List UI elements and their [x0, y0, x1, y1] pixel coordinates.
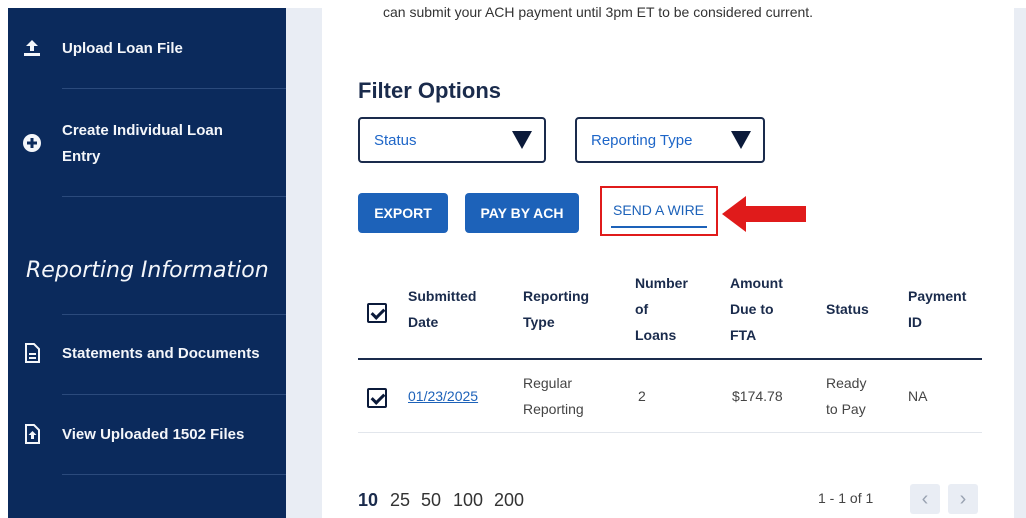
section-title-reporting-information: Reporting Information [26, 258, 269, 283]
header-line: ID [908, 314, 922, 330]
page-size-200[interactable]: 200 [494, 490, 524, 511]
sidebar-item-label: Upload Loan File [62, 40, 183, 57]
divider [62, 314, 292, 315]
sidebar-item-statements[interactable]: Statements and Documents [8, 341, 286, 371]
sidebar-item-upload-loan-file[interactable]: Upload Loan File [8, 34, 286, 64]
next-page-button[interactable]: › [948, 484, 978, 514]
amount-due-cell: $174.78 [732, 388, 783, 404]
file-upload-icon [25, 424, 40, 444]
reporting-type-filter-select[interactable]: Reporting Type [575, 117, 765, 163]
red-arrow-icon [722, 196, 746, 232]
caret-down-icon [512, 131, 532, 149]
previous-page-button[interactable]: ‹ [910, 484, 940, 514]
header-line: Loans [635, 327, 677, 343]
cell-line: to Pay [826, 401, 866, 417]
reporting-type-filter-label: Reporting Type [591, 131, 693, 149]
submitted-date-link[interactable]: 01/23/2025 [408, 383, 478, 409]
divider [62, 474, 292, 475]
pay-by-ach-button[interactable]: PAY BY ACH [465, 193, 579, 233]
status-cell: Ready to Pay [826, 370, 866, 422]
sidebar: Upload Loan File Create Individual Loan … [8, 8, 292, 518]
header-amount-due[interactable]: Amount Due to FTA [730, 270, 783, 348]
divider [62, 196, 292, 197]
page-range-text: 1 - 1 of 1 [818, 490, 874, 506]
header-submitted-date[interactable]: Submitted Date [408, 283, 476, 335]
sidebar-item-label-2: Entry [62, 148, 101, 165]
sidebar-item-label: Create Individual Loan [62, 122, 223, 139]
filter-options-title: Filter Options [358, 78, 501, 103]
header-line: Date [408, 314, 439, 330]
red-arrow-shaft [744, 206, 806, 222]
send-a-wire-underline [611, 226, 707, 228]
header-line: Status [826, 301, 869, 317]
select-all-checkbox[interactable] [367, 303, 387, 323]
page-size-50[interactable]: 50 [421, 490, 441, 511]
header-line: of [635, 301, 649, 317]
number-of-loans-cell: 2 [638, 388, 646, 404]
upload-icon [24, 40, 40, 56]
header-number-of-loans[interactable]: Number of Loans [635, 270, 688, 348]
divider [62, 88, 292, 89]
page-size-100[interactable]: 100 [453, 490, 483, 511]
sidebar-item-view-uploaded-files[interactable]: View Uploaded 1502 Files [8, 422, 286, 452]
plus-circle-icon [23, 134, 41, 152]
caret-down-icon [731, 131, 751, 149]
chevron-right-icon: › [959, 487, 967, 510]
divider [62, 394, 292, 395]
header-line: FTA [730, 327, 757, 343]
row-checkbox[interactable] [367, 388, 387, 408]
ach-notice-text: can submit your ACH payment until 3pm ET… [383, 4, 814, 20]
page-size-25[interactable]: 25 [390, 490, 410, 511]
header-line: Amount [730, 275, 783, 291]
header-line: Number [635, 275, 688, 291]
export-button[interactable]: EXPORT [358, 193, 448, 233]
status-filter-label: Status [374, 131, 417, 149]
page-size-10[interactable]: 10 [358, 490, 378, 511]
header-line: Submitted [408, 288, 477, 304]
cell-line: Ready [826, 375, 867, 391]
header-line: Type [523, 314, 555, 330]
header-line: Payment [908, 288, 967, 304]
header-payment-id[interactable]: Payment ID [908, 283, 966, 335]
header-status[interactable]: Status [826, 296, 869, 322]
send-a-wire-link[interactable]: SEND A WIRE [613, 202, 704, 218]
header-line: Due to [730, 301, 774, 317]
payment-id-cell: NA [908, 388, 928, 404]
sidebar-item-label: Statements and Documents [62, 345, 260, 362]
sidebar-item-label: View Uploaded 1502 Files [62, 426, 245, 443]
cell-line: Reporting [523, 401, 584, 417]
document-icon [25, 343, 40, 363]
status-filter-select[interactable]: Status [358, 117, 546, 163]
header-line: Reporting [523, 288, 590, 304]
cell-line: Regular [523, 375, 573, 391]
sidebar-item-create-loan-entry[interactable]: Create Individual Loan Entry [8, 118, 286, 178]
table-header-divider [358, 358, 982, 360]
reporting-type-cell: Regular Reporting [523, 370, 584, 422]
header-reporting-type[interactable]: Reporting Type [523, 283, 589, 335]
row-divider [358, 432, 982, 433]
chevron-left-icon: ‹ [921, 487, 929, 510]
